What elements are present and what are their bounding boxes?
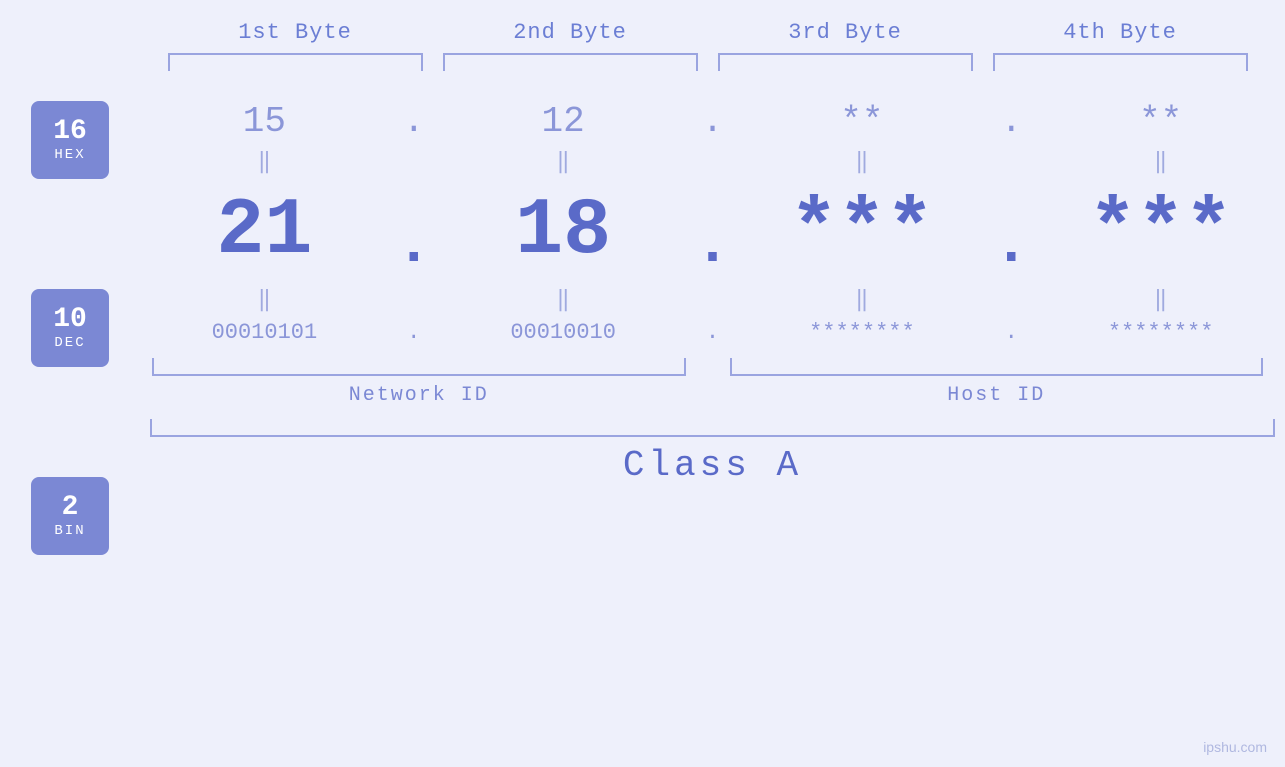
bin-val-2: 00010010 (439, 320, 688, 345)
dec-val-1: 21 (140, 186, 389, 277)
class-label: Class A (140, 445, 1285, 486)
badge-dec-label: DEC (54, 335, 85, 351)
bin-values-row: 00010101 . 00010010 . ******** . (140, 320, 1285, 345)
eq1-4: ‖ (1036, 149, 1285, 175)
main-container: 1st Byte 2nd Byte 3rd Byte 4th Byte 16 H… (0, 0, 1285, 767)
equals-row-1: ‖ ‖ ‖ ‖ (140, 149, 1285, 175)
badge-bin: 2 BIN (31, 477, 109, 555)
eq1-2: ‖ (439, 149, 688, 175)
equals-row-2: ‖ ‖ ‖ ‖ (140, 287, 1285, 313)
bracket-top-3 (718, 53, 973, 71)
badge-hex: 16 HEX (31, 101, 109, 179)
class-bracket (150, 419, 1275, 437)
hex-val-2: 12 (439, 101, 688, 142)
byte-headers: 1st Byte 2nd Byte 3rd Byte 4th Byte (158, 20, 1258, 45)
badge-bin-num: 2 (62, 493, 79, 524)
bin-dot-2: . (688, 320, 738, 345)
bracket-top-1 (168, 53, 423, 71)
hex-dot-2: . (688, 101, 738, 142)
badge-hex-label: HEX (54, 147, 85, 163)
badge-bin-label: BIN (54, 523, 85, 539)
byte-header-3: 3rd Byte (708, 20, 983, 45)
bin-val-3: ******** (738, 320, 987, 345)
hex-dot-1: . (389, 101, 439, 142)
bracket-top-row (158, 53, 1258, 71)
dec-dot-2: . (688, 182, 738, 280)
badge-dec-num: 10 (53, 305, 87, 336)
dec-dot-3: . (986, 182, 1036, 280)
network-id-bracket (152, 358, 686, 376)
dec-val-2: 18 (439, 186, 688, 277)
eq2-4: ‖ (1036, 287, 1285, 313)
byte-header-1: 1st Byte (158, 20, 433, 45)
eq1-3: ‖ (738, 149, 987, 175)
bin-val-1: 00010101 (140, 320, 389, 345)
bracket-top-2 (443, 53, 698, 71)
network-id-label: Network ID (140, 384, 698, 407)
hex-val-3: ** (738, 101, 987, 142)
eq2-2: ‖ (439, 287, 688, 313)
hex-values-row: 15 . 12 . ** . ** (140, 101, 1285, 142)
bracket-top-4 (993, 53, 1248, 71)
byte-header-4: 4th Byte (983, 20, 1258, 45)
dec-val-3: *** (738, 186, 987, 277)
badge-dec: 10 DEC (31, 289, 109, 367)
badge-hex-num: 16 (53, 117, 87, 148)
hex-val-1: 15 (140, 101, 389, 142)
bin-dot-3: . (986, 320, 1036, 345)
hex-val-4: ** (1036, 101, 1285, 142)
values-area: 15 . 12 . ** . ** (140, 91, 1285, 555)
eq2-1: ‖ (140, 287, 389, 313)
bin-dot-1: . (389, 320, 439, 345)
hex-dot-3: . (986, 101, 1036, 142)
host-id-bracket (730, 358, 1264, 376)
watermark: ipshu.com (1203, 739, 1267, 755)
eq2-3: ‖ (738, 287, 987, 313)
eq1-1: ‖ (140, 149, 389, 175)
host-id-label: Host ID (718, 384, 1276, 407)
bottom-bracket-row (140, 358, 1285, 376)
id-labels-row: Network ID Host ID (140, 384, 1285, 407)
byte-header-2: 2nd Byte (433, 20, 708, 45)
dec-dot-1: . (389, 182, 439, 280)
dec-val-4: *** (1036, 186, 1285, 277)
badges-column: 16 HEX 10 DEC 2 BIN (0, 91, 140, 555)
dec-values-row: 21 . 18 . *** . *** (140, 182, 1285, 280)
bin-val-4: ******** (1036, 320, 1285, 345)
